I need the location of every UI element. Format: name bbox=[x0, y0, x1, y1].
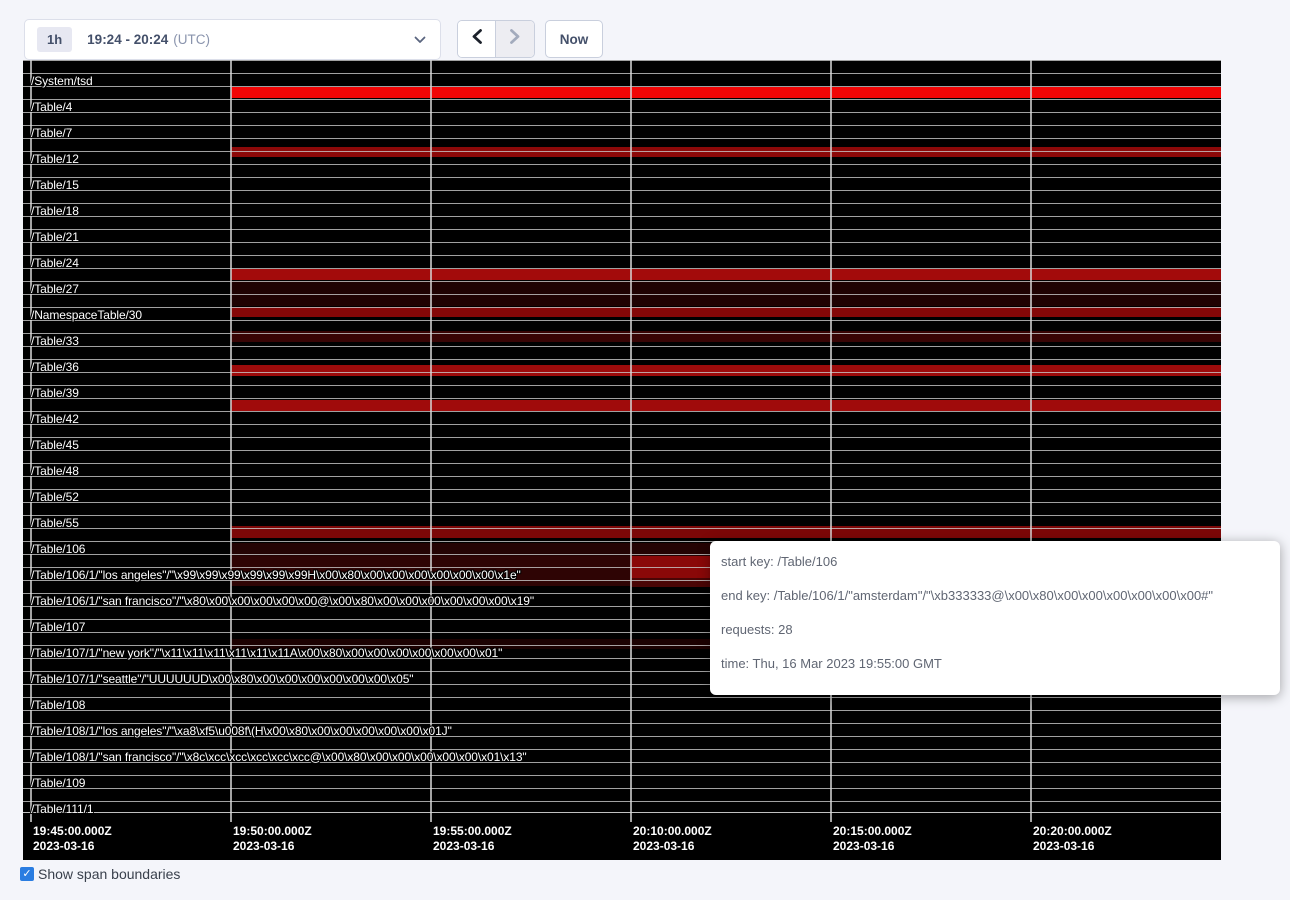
tooltip-line: time: Thu, 16 Mar 2023 19:55:00 GMT bbox=[721, 654, 1266, 674]
next-time-button[interactable] bbox=[496, 21, 534, 57]
x-axis-label: 19:50:00.000Z2023-03-16 bbox=[233, 824, 312, 854]
time-range-timezone: (UTC) bbox=[173, 32, 210, 47]
chevron-left-icon bbox=[471, 28, 483, 50]
chevron-right-icon bbox=[509, 28, 521, 50]
tooltip-line: requests: 28 bbox=[721, 620, 1266, 640]
x-axis-label: 20:15:00.000Z2023-03-16 bbox=[833, 824, 912, 854]
show-span-boundaries-label: Show span boundaries bbox=[38, 866, 180, 882]
key-visualizer-heatmap: /System/tsd/Table/4/Table/7/Table/12/Tab… bbox=[23, 60, 1221, 860]
now-button[interactable]: Now bbox=[545, 20, 603, 58]
tooltip-line: end key: /Table/106/1/"amsterdam"/"\xb33… bbox=[721, 586, 1266, 606]
heat-band bbox=[231, 526, 1221, 538]
time-range-text: 19:24 - 20:24 bbox=[87, 32, 168, 47]
show-span-boundaries-row: ✓ Show span boundaries bbox=[20, 866, 180, 882]
time-range-selector[interactable]: 1h 19:24 - 20:24 (UTC) bbox=[24, 19, 441, 60]
heat-band bbox=[231, 87, 1221, 98]
time-axis: 19:45:00.000Z2023-03-16 19:50:00.000Z2023… bbox=[23, 814, 1221, 860]
heat-band bbox=[231, 331, 1221, 342]
heat-band bbox=[231, 400, 1221, 411]
chevron-down-icon[interactable] bbox=[414, 36, 426, 44]
x-axis-label: 19:45:00.000Z2023-03-16 bbox=[33, 824, 112, 854]
time-nav-group bbox=[457, 20, 535, 58]
tooltip-line: start key: /Table/106 bbox=[721, 552, 1266, 572]
x-axis-label: 19:55:00.000Z2023-03-16 bbox=[433, 824, 512, 854]
heat-band bbox=[231, 365, 1221, 376]
heatmap-rows[interactable] bbox=[23, 60, 1221, 814]
span-tooltip: start key: /Table/106 end key: /Table/106… bbox=[710, 541, 1280, 695]
heat-band bbox=[231, 556, 631, 586]
show-span-boundaries-checkbox[interactable]: ✓ bbox=[20, 867, 34, 881]
heat-band bbox=[231, 147, 1221, 157]
heat-band bbox=[231, 269, 1221, 280]
x-axis-label: 20:10:00.000Z2023-03-16 bbox=[633, 824, 712, 854]
heat-band bbox=[231, 307, 1221, 317]
time-range-duration-badge: 1h bbox=[37, 27, 72, 52]
heat-band bbox=[231, 281, 1221, 306]
x-axis-label: 20:20:00.000Z2023-03-16 bbox=[1033, 824, 1112, 854]
prev-time-button[interactable] bbox=[458, 21, 496, 57]
